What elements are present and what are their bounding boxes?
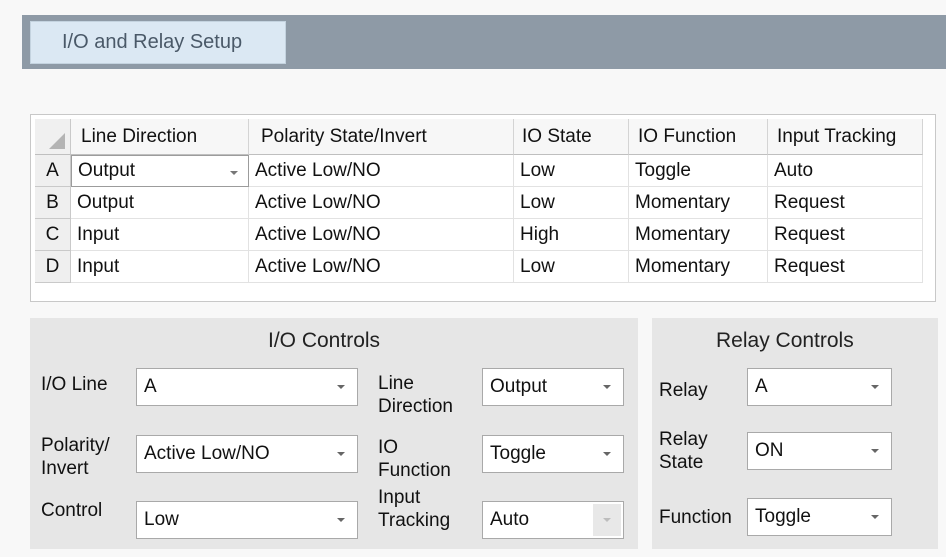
row-header-d[interactable]: D <box>35 251 71 283</box>
relay-controls-panel: Relay Controls Relay A Relay State ON Fu… <box>652 318 938 549</box>
table-cell[interactable]: Request <box>768 187 923 219</box>
line-direction-label: Line Direction <box>378 373 453 417</box>
input-tracking-select[interactable]: Auto <box>482 501 624 539</box>
io-controls-panel: I/O Controls I/O Line A Polarity/ Invert… <box>30 318 638 549</box>
io-lines-grid: Line Direction Polarity State/Invert IO … <box>30 114 936 302</box>
table-cell[interactable]: Active Low/NO <box>249 251 514 283</box>
line-direction-select[interactable]: Output <box>482 368 624 406</box>
chevron-down-icon[interactable] <box>871 449 879 453</box>
select-all-corner[interactable] <box>35 119 71 155</box>
chevron-down-icon[interactable] <box>230 171 238 175</box>
io-controls-title: I/O Controls <box>268 329 381 352</box>
table-cell[interactable]: Auto <box>768 155 923 187</box>
tab-label: I/O and Relay Setup <box>62 31 243 53</box>
tab-io-relay-setup[interactable]: I/O and Relay Setup <box>30 21 286 64</box>
table-cell[interactable]: Low <box>514 187 629 219</box>
row-header-a[interactable]: A <box>35 155 71 187</box>
row-header-b[interactable]: B <box>35 187 71 219</box>
line-direction-combo-a[interactable]: Output <box>71 155 249 187</box>
chevron-down-icon[interactable] <box>337 518 345 522</box>
io-function-label: IO Function <box>378 437 451 481</box>
io-line-label: I/O Line <box>41 374 108 395</box>
table-cell[interactable]: Momentary <box>629 251 768 283</box>
chevron-down-icon[interactable] <box>337 385 345 389</box>
table-cell[interactable]: Input <box>71 251 249 283</box>
column-header-line-direction[interactable]: Line Direction <box>71 119 249 155</box>
relay-controls-title: Relay Controls <box>716 329 854 352</box>
polarity-label: Polarity/ Invert <box>41 435 110 479</box>
table-cell[interactable]: Request <box>768 219 923 251</box>
control-label: Control <box>41 500 103 521</box>
chevron-down-icon[interactable] <box>337 452 345 456</box>
table-cell[interactable]: Request <box>768 251 923 283</box>
column-header-io-state[interactable]: IO State <box>514 119 629 155</box>
table-cell[interactable]: Toggle <box>629 155 768 187</box>
chevron-down-icon[interactable] <box>603 518 611 522</box>
table-cell[interactable]: Output <box>71 187 249 219</box>
function-select[interactable]: Toggle <box>747 498 892 536</box>
relay-select[interactable]: A <box>747 368 892 406</box>
row-header-c[interactable]: C <box>35 219 71 251</box>
table-cell[interactable]: Low <box>514 251 629 283</box>
table-cell[interactable]: Low <box>514 155 629 187</box>
table-cell[interactable]: Active Low/NO <box>249 219 514 251</box>
column-header-input-tracking[interactable]: Input Tracking <box>768 119 923 155</box>
chevron-down-icon[interactable] <box>603 452 611 456</box>
table-cell[interactable]: Active Low/NO <box>249 187 514 219</box>
table-cell[interactable]: Active Low/NO <box>249 155 514 187</box>
column-header-polarity[interactable]: Polarity State/Invert <box>249 119 514 155</box>
relay-state-label: Relay State <box>659 429 708 473</box>
function-label: Function <box>659 507 732 528</box>
table-cell[interactable]: Momentary <box>629 187 768 219</box>
chevron-down-icon[interactable] <box>871 385 879 389</box>
table-cell[interactable]: Input <box>71 219 249 251</box>
table-cell[interactable]: High <box>514 219 629 251</box>
relay-label: Relay <box>659 380 708 401</box>
io-function-select[interactable]: Toggle <box>482 435 624 473</box>
table-cell[interactable]: Momentary <box>629 219 768 251</box>
chevron-down-icon[interactable] <box>603 385 611 389</box>
control-select[interactable]: Low <box>136 501 358 539</box>
input-tracking-label: Input Tracking <box>378 487 451 531</box>
polarity-select[interactable]: Active Low/NO <box>136 435 358 473</box>
chevron-down-icon[interactable] <box>871 515 879 519</box>
io-line-select[interactable]: A <box>136 368 358 406</box>
relay-state-select[interactable]: ON <box>747 432 892 470</box>
column-header-io-function[interactable]: IO Function <box>629 119 768 155</box>
